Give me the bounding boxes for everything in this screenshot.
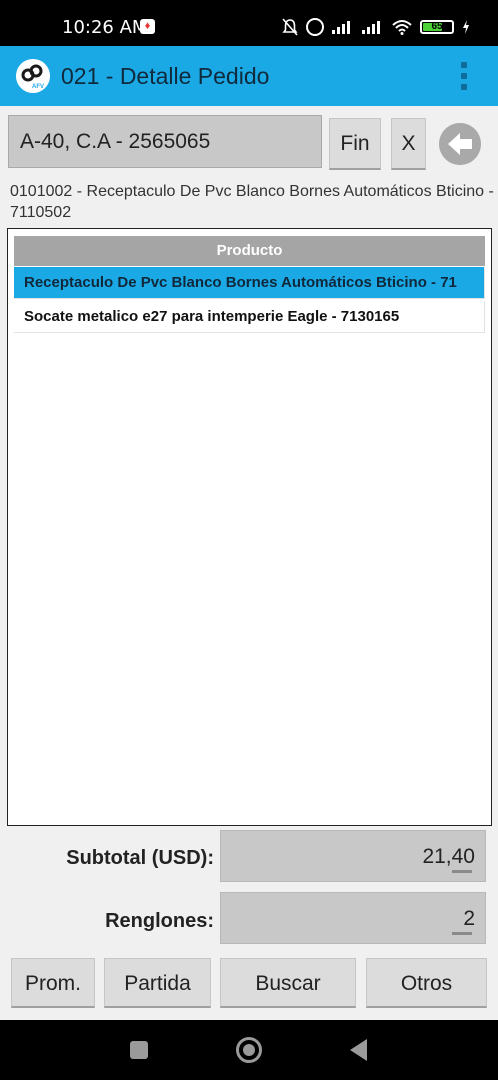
status-time: 10:26 AM (62, 17, 148, 38)
clear-button[interactable]: X (391, 118, 426, 170)
subtotal-value: 21,40 (422, 845, 475, 868)
battery-level: 65 (431, 21, 443, 32)
fin-button[interactable]: Fin (329, 118, 381, 170)
selected-product-description: 0101002 - Receptaculo De Pvc Blanco Born… (10, 183, 494, 221)
status-bar: 10:26 AM ♦ 65 (0, 0, 498, 46)
back-icon[interactable] (350, 1039, 367, 1061)
bell-off-icon (282, 18, 298, 36)
customer-field[interactable]: A-40, C.A - 2565065 (8, 115, 322, 168)
app-logo-text: AFV (32, 84, 44, 90)
recents-icon[interactable] (130, 1041, 148, 1059)
signal-icon (362, 20, 384, 34)
charging-icon (463, 20, 469, 34)
notification-badge-icon: ♦ (140, 19, 155, 34)
wifi-icon (392, 20, 412, 35)
table-row[interactable]: Receptaculo De Pvc Blanco Bornes Automát… (14, 267, 485, 299)
otros-button[interactable]: Otros (366, 958, 487, 1008)
back-arrow-icon[interactable] (439, 123, 481, 165)
page-title: 021 - Detalle Pedido (61, 63, 270, 89)
table-row[interactable]: Socate metalico e27 para intemperie Eagl… (14, 301, 485, 333)
system-nav-bar (0, 1020, 498, 1080)
overflow-menu-icon[interactable] (460, 62, 468, 90)
subtotal-label: Subtotal (USD): (66, 847, 214, 869)
lines-field: 2 (220, 892, 486, 944)
signal-icon (332, 20, 354, 34)
subtotal-field: 21,40 (220, 830, 486, 882)
app-logo-icon: AFV (16, 59, 50, 93)
lines-label: Renglones: (105, 910, 214, 932)
buscar-button[interactable]: Buscar (220, 958, 356, 1008)
alarm-icon (306, 18, 324, 36)
table-header-producto: Producto (14, 236, 485, 266)
lines-value: 2 (463, 907, 475, 930)
partida-button[interactable]: Partida (104, 958, 211, 1008)
app-bar: AFV 021 - Detalle Pedido (0, 46, 498, 106)
battery-icon: 65 (420, 20, 454, 34)
product-table: Producto Receptaculo De Pvc Blanco Borne… (7, 228, 492, 826)
prom-button[interactable]: Prom. (11, 958, 95, 1008)
home-icon[interactable] (236, 1037, 262, 1063)
status-icons: 65 (282, 16, 470, 38)
